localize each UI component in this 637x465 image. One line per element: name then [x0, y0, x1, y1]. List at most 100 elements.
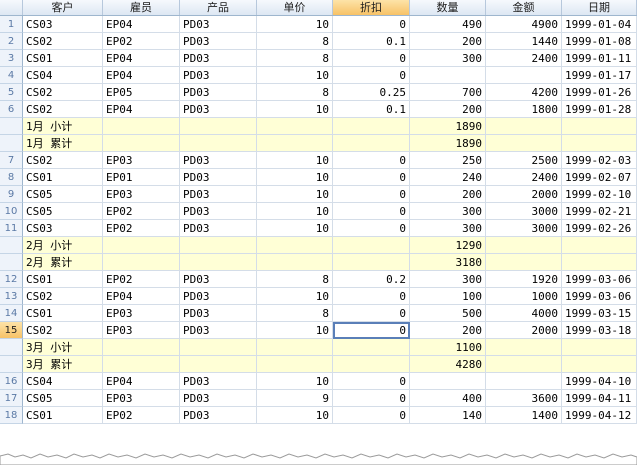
column-header-date[interactable]: 日期 — [562, 0, 637, 15]
row-number[interactable]: 1 — [0, 16, 23, 33]
cell-customer[interactable]: CS02 — [23, 322, 103, 339]
cell-quantity[interactable]: 700 — [410, 84, 486, 101]
cell-date[interactable]: 1999-04-12 — [562, 407, 637, 424]
cell-employee[interactable]: EP04 — [103, 67, 180, 84]
cell-customer[interactable]: CS01 — [23, 407, 103, 424]
cell-product[interactable]: PD03 — [180, 84, 257, 101]
row-number[interactable]: 18 — [0, 407, 23, 424]
cell-amount[interactable] — [486, 373, 562, 390]
cell-date[interactable] — [562, 339, 637, 356]
cell-unit-price[interactable]: 10 — [257, 373, 333, 390]
cell-product[interactable] — [180, 135, 257, 152]
cell-amount[interactable] — [486, 67, 562, 84]
cell-date[interactable]: 1999-01-11 — [562, 50, 637, 67]
select-all-corner[interactable] — [0, 0, 23, 15]
cell-quantity[interactable]: 140 — [410, 407, 486, 424]
cell-employee[interactable] — [103, 254, 180, 271]
cell-date[interactable]: 1999-03-15 — [562, 305, 637, 322]
cell-quantity[interactable]: 200 — [410, 186, 486, 203]
cell-employee[interactable]: EP02 — [103, 220, 180, 237]
cell-unit-price[interactable]: 8 — [257, 50, 333, 67]
cell-date[interactable]: 1999-01-26 — [562, 84, 637, 101]
cell-amount[interactable]: 3600 — [486, 390, 562, 407]
cell-date[interactable]: 1999-02-26 — [562, 220, 637, 237]
cell-discount[interactable]: 0 — [333, 220, 410, 237]
cell-product[interactable]: PD03 — [180, 152, 257, 169]
row-number[interactable] — [0, 118, 23, 135]
column-header-quantity[interactable]: 数量 — [410, 0, 486, 15]
cell-quantity[interactable]: 490 — [410, 16, 486, 33]
cell-quantity[interactable]: 1890 — [410, 118, 486, 135]
cell-amount[interactable]: 2500 — [486, 152, 562, 169]
cell-amount[interactable]: 1400 — [486, 407, 562, 424]
cell-quantity[interactable]: 200 — [410, 322, 486, 339]
cell-discount[interactable]: 0 — [333, 169, 410, 186]
cell-quantity[interactable]: 300 — [410, 203, 486, 220]
cell-product[interactable] — [180, 254, 257, 271]
row-number[interactable]: 14 — [0, 305, 23, 322]
column-header-product[interactable]: 产品 — [180, 0, 257, 15]
cell-discount[interactable] — [333, 339, 410, 356]
cell-quantity[interactable]: 500 — [410, 305, 486, 322]
cell-customer[interactable]: CS01 — [23, 305, 103, 322]
cell-amount[interactable]: 1800 — [486, 101, 562, 118]
cell-unit-price[interactable]: 10 — [257, 67, 333, 84]
cell-employee[interactable]: EP04 — [103, 101, 180, 118]
cell-unit-price[interactable]: 8 — [257, 33, 333, 50]
cell-quantity[interactable]: 300 — [410, 50, 486, 67]
cell-date[interactable] — [562, 135, 637, 152]
cell-amount[interactable]: 1920 — [486, 271, 562, 288]
active-cell[interactable]: 0 — [333, 322, 410, 339]
cell-product[interactable]: PD03 — [180, 322, 257, 339]
cell-customer[interactable]: CS03 — [23, 220, 103, 237]
cell-discount[interactable] — [333, 254, 410, 271]
cell-customer[interactable]: CS01 — [23, 271, 103, 288]
column-header-discount[interactable]: 折扣 — [333, 0, 410, 15]
cell-product[interactable]: PD03 — [180, 33, 257, 50]
cell-employee[interactable] — [103, 135, 180, 152]
cell-quantity[interactable]: 300 — [410, 271, 486, 288]
cell-employee[interactable]: EP05 — [103, 84, 180, 101]
cell-quantity[interactable]: 1890 — [410, 135, 486, 152]
cell-unit-price[interactable]: 10 — [257, 322, 333, 339]
cell-discount[interactable]: 0.1 — [333, 101, 410, 118]
cell-amount[interactable]: 2400 — [486, 50, 562, 67]
cell-date[interactable]: 1999-03-06 — [562, 271, 637, 288]
cell-discount[interactable]: 0 — [333, 305, 410, 322]
cell-amount[interactable] — [486, 135, 562, 152]
cell-employee[interactable]: EP02 — [103, 203, 180, 220]
cell-employee[interactable]: EP01 — [103, 169, 180, 186]
cell-discount[interactable]: 0.2 — [333, 271, 410, 288]
cell-unit-price[interactable] — [257, 254, 333, 271]
cell-discount[interactable] — [333, 356, 410, 373]
cell-employee[interactable] — [103, 237, 180, 254]
cell-product[interactable] — [180, 339, 257, 356]
cell-amount[interactable]: 1000 — [486, 288, 562, 305]
cell-date[interactable]: 1999-01-04 — [562, 16, 637, 33]
row-number[interactable]: 15 — [0, 322, 23, 339]
cell-amount[interactable]: 4000 — [486, 305, 562, 322]
row-number[interactable]: 11 — [0, 220, 23, 237]
cell-date[interactable]: 1999-03-06 — [562, 288, 637, 305]
cell-discount[interactable]: 0 — [333, 390, 410, 407]
row-number[interactable]: 16 — [0, 373, 23, 390]
cell-unit-price[interactable]: 10 — [257, 407, 333, 424]
cell-date[interactable]: 1999-04-10 — [562, 373, 637, 390]
cell-employee[interactable]: EP03 — [103, 186, 180, 203]
cell-quantity[interactable] — [410, 373, 486, 390]
cell-quantity[interactable]: 4280 — [410, 356, 486, 373]
cell-customer[interactable]: CS01 — [23, 50, 103, 67]
cell-discount[interactable]: 0 — [333, 67, 410, 84]
row-number[interactable]: 3 — [0, 50, 23, 67]
cell-discount[interactable] — [333, 118, 410, 135]
cell-discount[interactable]: 0 — [333, 186, 410, 203]
cell-customer[interactable]: CS05 — [23, 186, 103, 203]
cell-unit-price[interactable]: 10 — [257, 152, 333, 169]
cell-discount[interactable]: 0 — [333, 288, 410, 305]
cell-quantity[interactable]: 3180 — [410, 254, 486, 271]
cell-date[interactable]: 1999-01-28 — [562, 101, 637, 118]
cell-employee[interactable] — [103, 356, 180, 373]
cell-date[interactable]: 1999-01-08 — [562, 33, 637, 50]
cell-amount[interactable]: 2400 — [486, 169, 562, 186]
cell-date[interactable]: 1999-01-17 — [562, 67, 637, 84]
